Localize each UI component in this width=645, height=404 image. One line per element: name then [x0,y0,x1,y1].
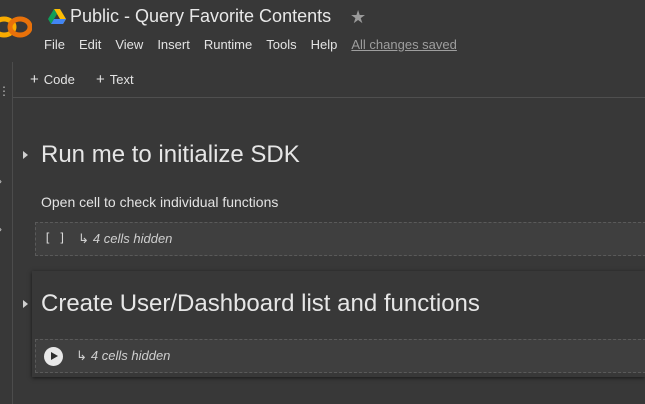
code-snippets-icon[interactable]: › [0,222,2,236]
hidden-cells-label[interactable]: ↳ 4 cells hidden [78,231,172,247]
toc-icon[interactable]: ⋮ [0,84,10,98]
menu-help[interactable]: Help [311,37,338,55]
cell-execution-prompt[interactable]: [ ] [44,231,66,245]
colab-window: Public - Query Favorite Contents ★ File … [0,0,645,404]
menu-tools[interactable]: Tools [266,37,296,55]
add-text-label: Text [109,72,134,87]
hidden-cells-count: 4 cells hidden [90,348,171,363]
menu-insert[interactable]: Insert [157,37,190,55]
menu-bar: File Edit View Insert Runtime Tools Help… [44,37,457,55]
menu-edit[interactable]: Edit [79,37,101,55]
section-title: Create User/Dashboard list and functions [41,290,480,317]
menu-file[interactable]: File [44,37,65,55]
section-collapse-arrow-icon[interactable] [23,151,28,159]
header: Public - Query Favorite Contents ★ File … [0,0,645,62]
menu-view[interactable]: View [115,37,143,55]
left-sidebar: ⋮ › › [0,62,13,404]
plus-icon: + [30,71,39,88]
colab-logo[interactable] [0,10,32,44]
menu-runtime[interactable]: Runtime [204,37,252,55]
return-arrow-icon: ↳ [78,231,89,246]
section-collapse-arrow-icon[interactable] [23,300,28,308]
search-icon[interactable]: › [0,174,2,188]
add-code-button[interactable]: + Code [30,71,75,88]
hidden-cells-count: 4 cells hidden [92,231,173,246]
plus-icon: + [96,71,105,88]
hidden-cells-block[interactable]: ↳ 4 cells hidden [35,339,645,373]
notebook-title[interactable]: Public - Query Favorite Contents [70,6,331,27]
add-text-button[interactable]: + Text [96,71,134,88]
hidden-cells-block[interactable]: [ ] ↳ 4 cells hidden [35,222,645,256]
return-arrow-icon: ↳ [76,348,87,363]
run-cell-button[interactable] [44,347,63,366]
section-description: Open cell to check individual functions [41,194,279,210]
google-drive-icon[interactable] [48,9,66,25]
star-icon[interactable]: ★ [350,6,366,28]
cell-toolbar: + Code + Text [13,62,645,98]
hidden-cells-label[interactable]: ↳ 4 cells hidden [76,348,170,364]
add-code-label: Code [43,72,75,87]
section-title: Run me to initialize SDK [41,141,300,168]
save-status-link[interactable]: All changes saved [351,37,457,55]
